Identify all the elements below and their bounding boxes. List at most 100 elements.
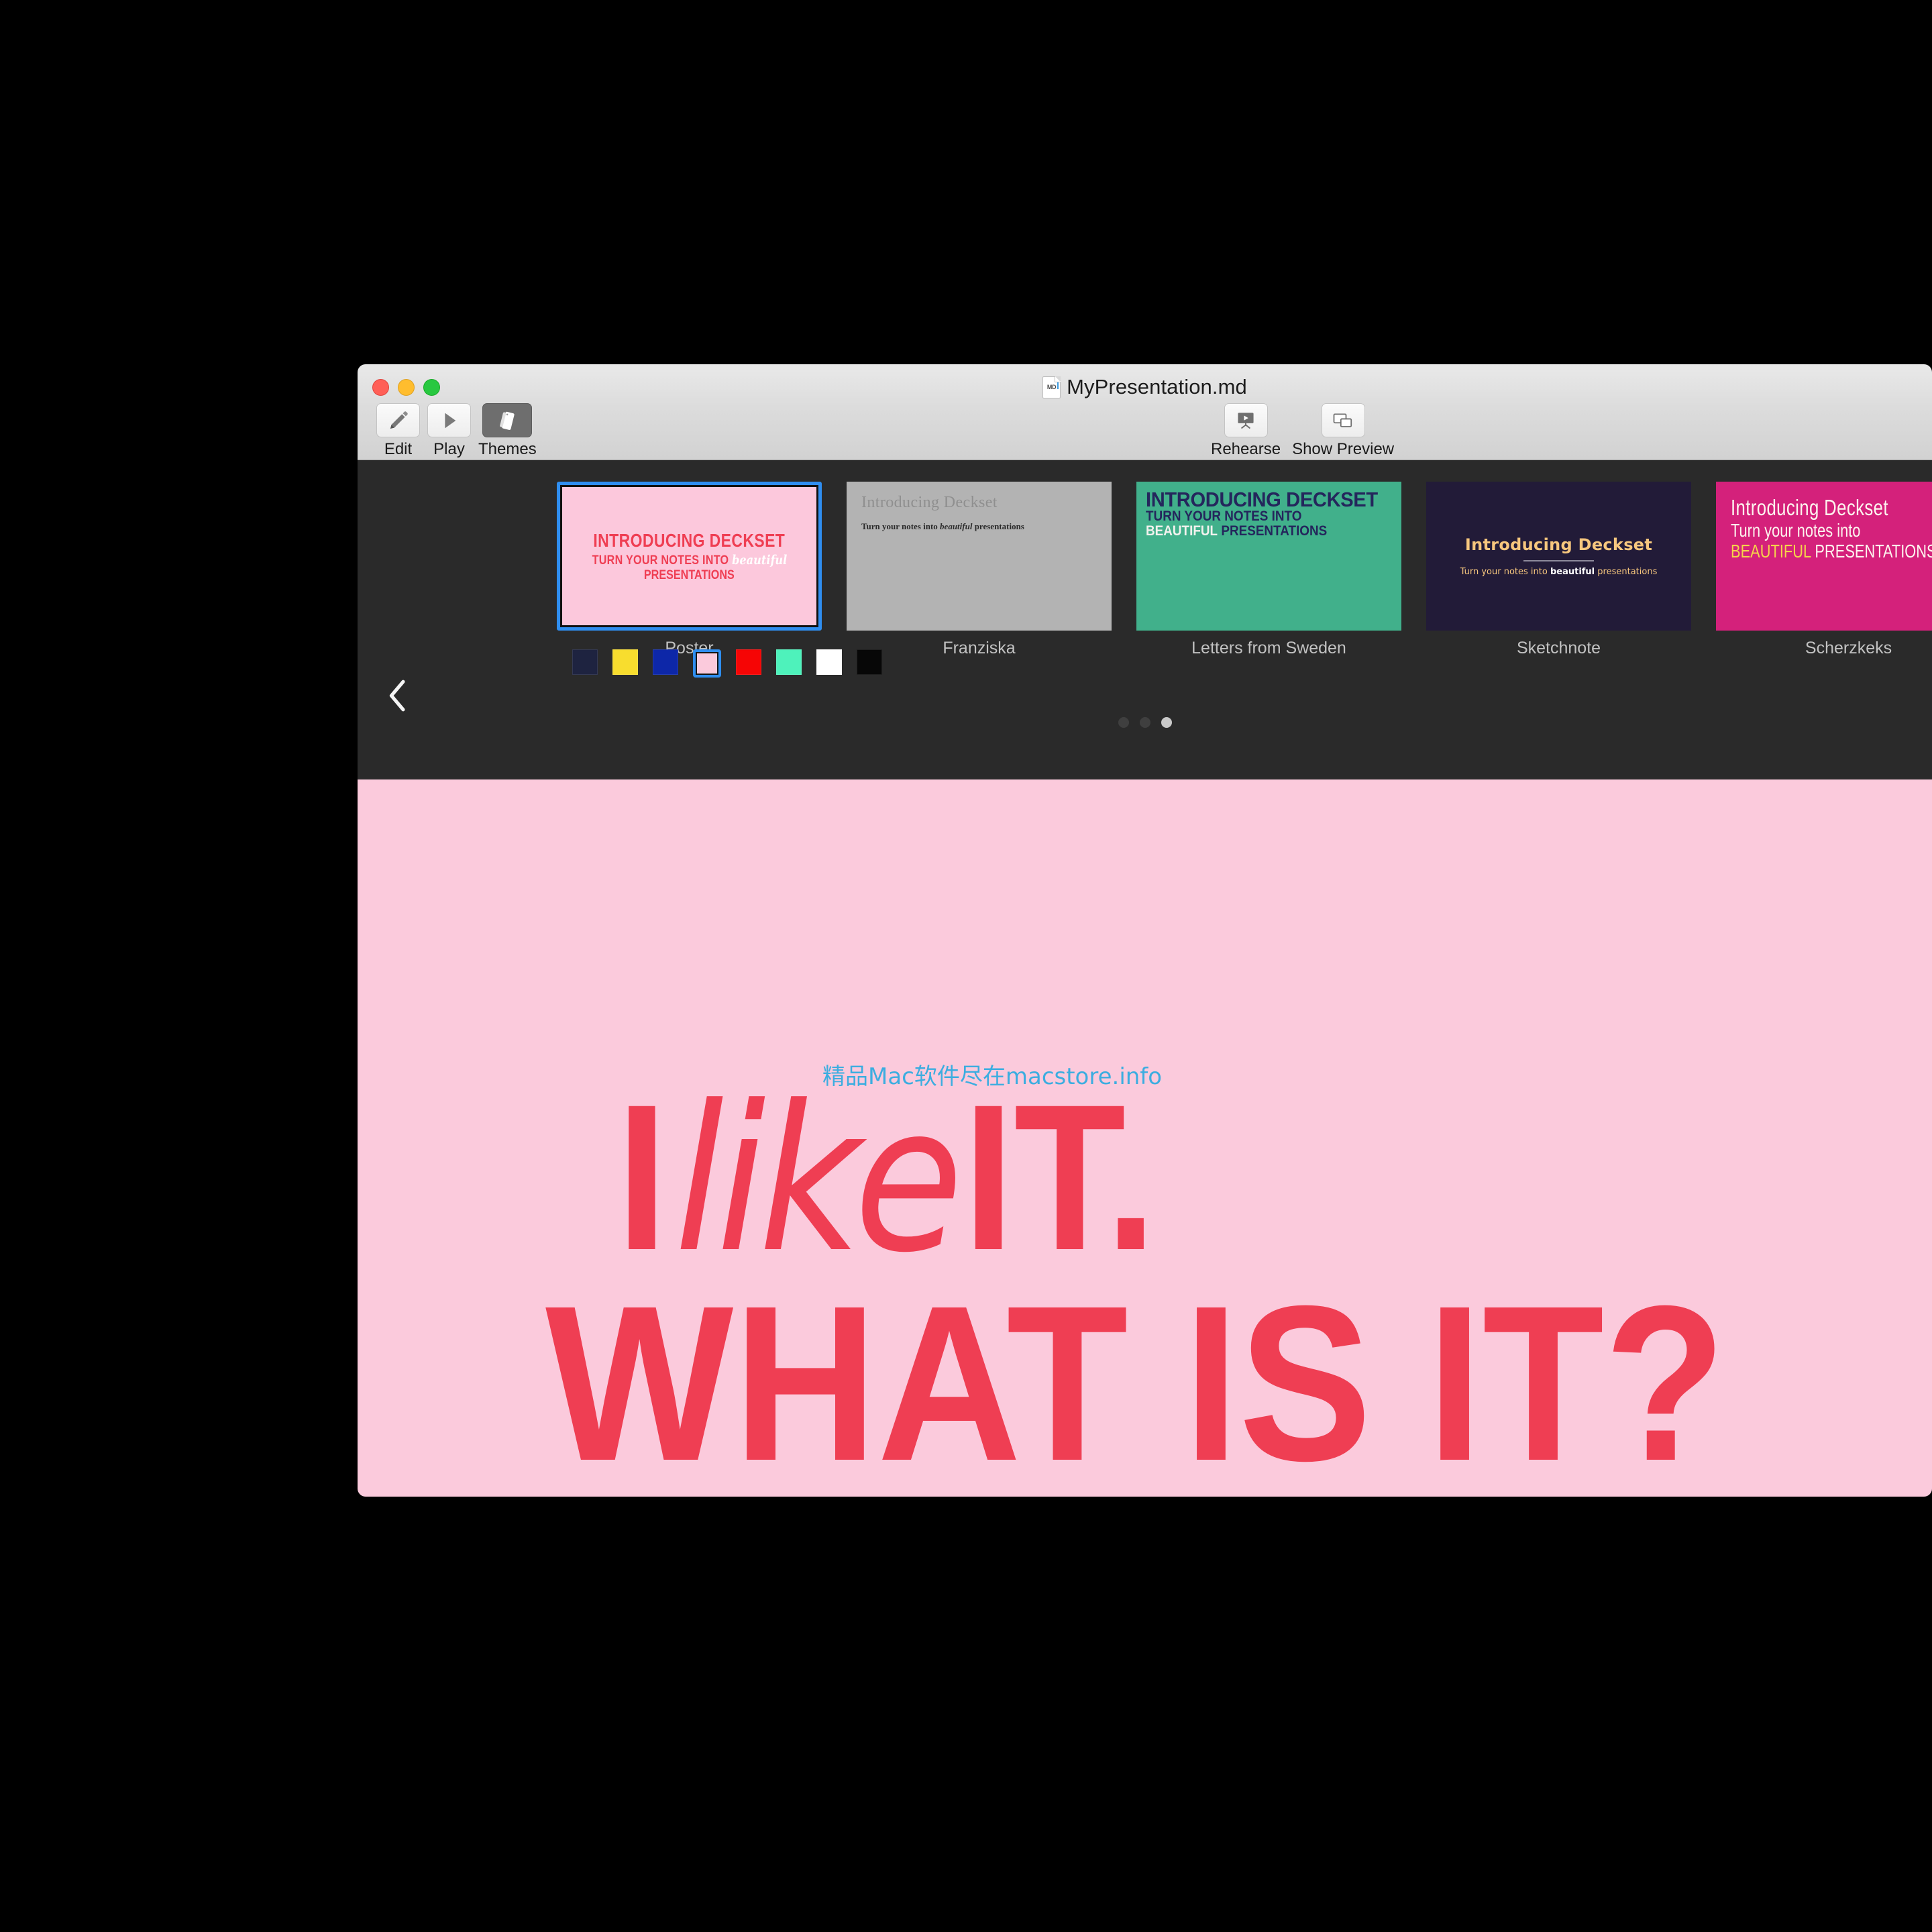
theme-thumb-sketchnote: Introducing Deckset Turn your notes into… [1426,482,1691,631]
theme-pagination [358,717,1932,728]
thumb-title: INTRODUCING DECKSET [593,529,786,551]
window-controls [372,379,440,396]
theme-item-franziska[interactable]: Introducing Deckset Turn your notes into… [847,482,1112,658]
thumb-divider [1523,560,1594,561]
thumb-sub-b: PRESENTATIONS [1815,540,1932,561]
play-icon [444,413,455,428]
thumb-sub-a: Turn your notes into [861,521,938,531]
page-dot-2[interactable] [1139,717,1150,728]
toolbar-left-group: Edit Play Themes [376,403,537,459]
swatch-chip [776,649,802,675]
theme-prev-button[interactable] [379,677,417,714]
slide-preview-canvas[interactable]: 精品Mac软件尽在macstore.info IlikeIT. WHAT IS … [358,779,1932,1497]
theme-thumb-frame-sketchnote[interactable]: Introducing Deckset Turn your notes into… [1426,482,1691,631]
thumb-sub-b: presentations [974,521,1024,531]
theme-thumb-frame-franziska[interactable]: Introducing Deckset Turn your notes into… [847,482,1112,631]
theme-name-franziska: Franziska [943,639,1016,657]
swatch-chip [612,649,638,675]
thumb-sub-em: BEAUTIFUL [1146,523,1218,539]
theme-item-letters-from-sweden[interactable]: INTRODUCING DECKSET TURN YOUR NOTES INTO… [1136,482,1401,658]
toolbar-rehearse-item[interactable]: Rehearse [1211,403,1281,459]
window-title: MyPresentation.md [1067,375,1247,398]
slide-headline-line-1: IlikeIT. [616,1073,1157,1281]
themes-label: Themes [478,440,537,458]
thumb-title: Introducing Deckset [1464,535,1653,554]
thumb-sub-b: PRESENTATIONS [1221,523,1328,539]
swatch-pink[interactable] [693,649,721,678]
edit-button[interactable] [376,403,420,437]
thumb-subtitle-line2: BEAUTIFUL PRESENTATIONS [1146,524,1367,538]
slide-headline-line-2: WHAT IS IT? [545,1259,1726,1497]
theme-color-swatches [572,649,882,678]
file-icon-cursor-bar [1057,379,1059,389]
theme-name-letters-from-sweden: Letters from Sweden [1191,639,1346,657]
maximize-button[interactable] [423,379,440,396]
thumb-sub-b: presentations [1597,567,1658,577]
theme-thumbnail-row: INTRODUCING DECKSET TURN YOUR NOTES INTO… [557,482,1932,658]
thumb-sub-em: beautiful [731,552,787,568]
swatch-midnight-navy[interactable] [572,649,598,675]
swatch-chip [653,649,678,675]
show-preview-label: Show Preview [1292,440,1395,458]
theme-thumb-frame-poster[interactable]: INTRODUCING DECKSET TURN YOUR NOTES INTO… [557,482,822,631]
pencil-icon [390,411,408,429]
slide-headline-a: I [616,1061,667,1293]
themes-icon [500,411,515,430]
swatch-chip [816,649,842,675]
swatch-chip [697,653,717,674]
document-title-group: MD MyPresentation.md [358,375,1932,399]
rehearse-button[interactable] [1224,403,1268,437]
toolbar-play-item[interactable]: Play [427,403,471,459]
show-preview-button[interactable] [1321,403,1365,437]
thumb-title: Introducing Deckset [861,494,998,511]
theme-name-scherzkeks: Scherzkeks [1805,639,1892,657]
thumb-sub-em: BEAUTIFUL [1731,540,1811,561]
thumb-title: INTRODUCING DECKSET [1146,488,1378,511]
thumb-sub-a: TURN YOUR NOTES INTO [592,553,729,568]
thumb-subtitle-line2: BEAUTIFUL PRESENTATIONS [1731,540,1932,562]
toolbar-themes-item[interactable]: Themes [478,403,537,459]
thumb-sub-a: Turn your notes into [1460,567,1548,577]
swatch-chip [572,649,598,675]
page-dot-3[interactable] [1161,717,1172,728]
rehearse-icon [1238,412,1254,429]
rehearse-label: Rehearse [1211,440,1281,458]
swatch-black[interactable] [857,649,882,675]
preview-icon [1333,413,1352,427]
toolbar-edit-item[interactable]: Edit [376,403,420,459]
thumb-subtitle-line1: TURN YOUR NOTES INTO [1146,508,1302,525]
theme-item-sketchnote[interactable]: Introducing Deckset Turn your notes into… [1426,482,1691,658]
swatch-red[interactable] [736,649,761,675]
edit-label: Edit [384,440,413,458]
close-button[interactable] [372,379,389,396]
play-label: Play [433,440,465,458]
theme-thumb-scherzkeks: Introducing Deckset Turn your notes into… [1716,482,1932,631]
thumb-subtitle-line1: TURN YOUR NOTES INTO beautiful [592,553,787,568]
theme-thumb-letters-from-sweden: INTRODUCING DECKSET TURN YOUR NOTES INTO… [1136,482,1401,631]
window-titlebar: MD MyPresentation.md Edit Play Themes Re… [358,364,1932,460]
swatch-yellow[interactable] [612,649,638,675]
minimize-button[interactable] [398,379,415,396]
theme-thumb-poster: INTRODUCING DECKSET TURN YOUR NOTES INTO… [562,487,816,625]
slide-headline-b: IT. [963,1061,1157,1293]
thumb-subtitle-line1: Turn your notes into [1731,520,1861,541]
thumb-sub-em: beautiful [1550,567,1595,577]
thumb-subtitle: Turn your notes into beautiful presentat… [861,521,1097,532]
swatch-mint[interactable] [776,649,802,675]
swatch-blue[interactable] [653,649,678,675]
theme-item-scherzkeks[interactable]: Introducing Deckset Turn your notes into… [1716,482,1932,658]
play-button[interactable] [427,403,471,437]
theme-thumb-frame-letters-from-sweden[interactable]: INTRODUCING DECKSET TURN YOUR NOTES INTO… [1136,482,1401,631]
theme-thumb-frame-scherzkeks[interactable]: Introducing Deckset Turn your notes into… [1716,482,1932,631]
toolbar-preview-item[interactable]: Show Preview [1292,403,1394,459]
theme-name-sketchnote: Sketchnote [1516,639,1601,657]
themes-button[interactable] [482,403,533,437]
thumb-sub-em: beautiful [940,521,973,531]
markdown-file-icon: MD [1042,376,1061,398]
page-dot-1[interactable] [1118,717,1129,728]
theme-item-poster[interactable]: INTRODUCING DECKSET TURN YOUR NOTES INTO… [557,482,822,658]
toolbar-mid-group: Rehearse Show Preview [1211,403,1394,459]
theme-thumb-franziska: Introducing Deckset Turn your notes into… [847,482,1112,631]
swatch-chip [857,649,882,675]
swatch-white[interactable] [816,649,842,675]
